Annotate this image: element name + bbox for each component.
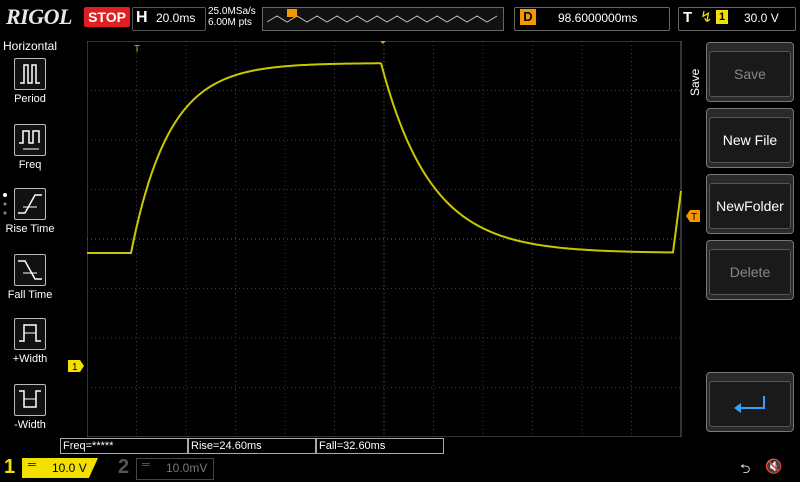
memory-overview-waveform (266, 9, 498, 23)
return-button[interactable] (706, 372, 794, 432)
right-menu-title: Save (688, 68, 702, 96)
svg-text:1: 1 (72, 362, 78, 372)
menu-item-label: -Width (14, 419, 46, 431)
menu-item-positive-width[interactable]: +Width (0, 318, 60, 365)
timebase-value: 20.0ms (156, 11, 196, 25)
dc-coupling-icon: ═ (28, 459, 36, 471)
waveform-display: T (87, 41, 682, 437)
delay-label: D (520, 9, 536, 25)
run-stop-status[interactable]: STOP (84, 7, 130, 27)
new-folder-button-label: NewFolder (709, 183, 791, 229)
memory-overview-bar (262, 7, 504, 31)
trigger-source: 1 (716, 10, 728, 24)
memory-depth: 6.00M pts (208, 17, 252, 28)
left-menu-title: Horizontal (3, 39, 58, 53)
ch1-number[interactable]: 1 (4, 456, 15, 479)
new-file-button-label: New File (709, 117, 791, 163)
brand-logo: RIGOL (6, 4, 72, 29)
delay-value: 98.6000000ms (558, 11, 638, 25)
rising-edge-icon: ↯ (700, 9, 713, 26)
positive-width-icon (14, 318, 46, 350)
measurement-freq[interactable]: Freq=***** (60, 438, 188, 454)
trigger-position-marker: T (134, 44, 140, 55)
menu-page-dots (2, 192, 8, 227)
fall-time-icon (14, 254, 46, 286)
menu-item-label: Freq (18, 159, 42, 171)
save-button[interactable]: Save (706, 42, 794, 102)
measurement-rise[interactable]: Rise=24.60ms (188, 438, 316, 454)
menu-item-fall-time[interactable]: Fall Time (0, 254, 60, 301)
ch1-scale: 10.0 V (52, 461, 87, 475)
new-folder-button[interactable]: NewFolder (706, 174, 794, 234)
save-button-label: Save (709, 51, 791, 97)
delete-button-label: Delete (709, 249, 791, 295)
menu-item-freq[interactable]: Freq (0, 124, 60, 171)
ch2-scale: 10.0mV (166, 461, 208, 475)
dc-coupling-icon: ═ (142, 459, 150, 471)
menu-item-period[interactable]: Period (0, 58, 60, 105)
trigger-level-marker[interactable]: T (686, 210, 700, 222)
delete-button[interactable]: Delete (706, 240, 794, 300)
menu-item-label: Fall Time (7, 289, 53, 301)
usb-icon: ⮌ (740, 461, 751, 476)
ch2-number[interactable]: 2 (118, 456, 129, 479)
timebase-label: H (136, 9, 148, 26)
menu-item-label: +Width (12, 353, 48, 365)
measurement-fall[interactable]: Fall=32.60ms (316, 438, 444, 454)
return-button-face (709, 381, 791, 427)
rise-time-icon (14, 188, 46, 220)
mute-icon[interactable]: 🔇 (765, 458, 782, 475)
menu-item-label: Rise Time (5, 223, 55, 235)
period-icon (14, 58, 46, 90)
menu-item-rise-time[interactable]: Rise Time (0, 188, 60, 235)
graticule (87, 41, 682, 437)
trigger-level: 30.0 V (744, 11, 779, 25)
svg-text:T: T (691, 212, 697, 222)
return-arrow-icon (734, 396, 765, 413)
negative-width-icon (14, 384, 46, 416)
frequency-icon (14, 124, 46, 156)
menu-item-negative-width[interactable]: -Width (0, 384, 60, 431)
ch1-offset-marker[interactable]: 1 (68, 360, 84, 372)
menu-item-label: Period (14, 93, 46, 105)
trigger-position-marker-icon (287, 9, 297, 17)
new-file-button[interactable]: New File (706, 108, 794, 168)
sample-rate: 25.0MSa/s (208, 6, 256, 17)
trigger-label: T (683, 9, 693, 26)
